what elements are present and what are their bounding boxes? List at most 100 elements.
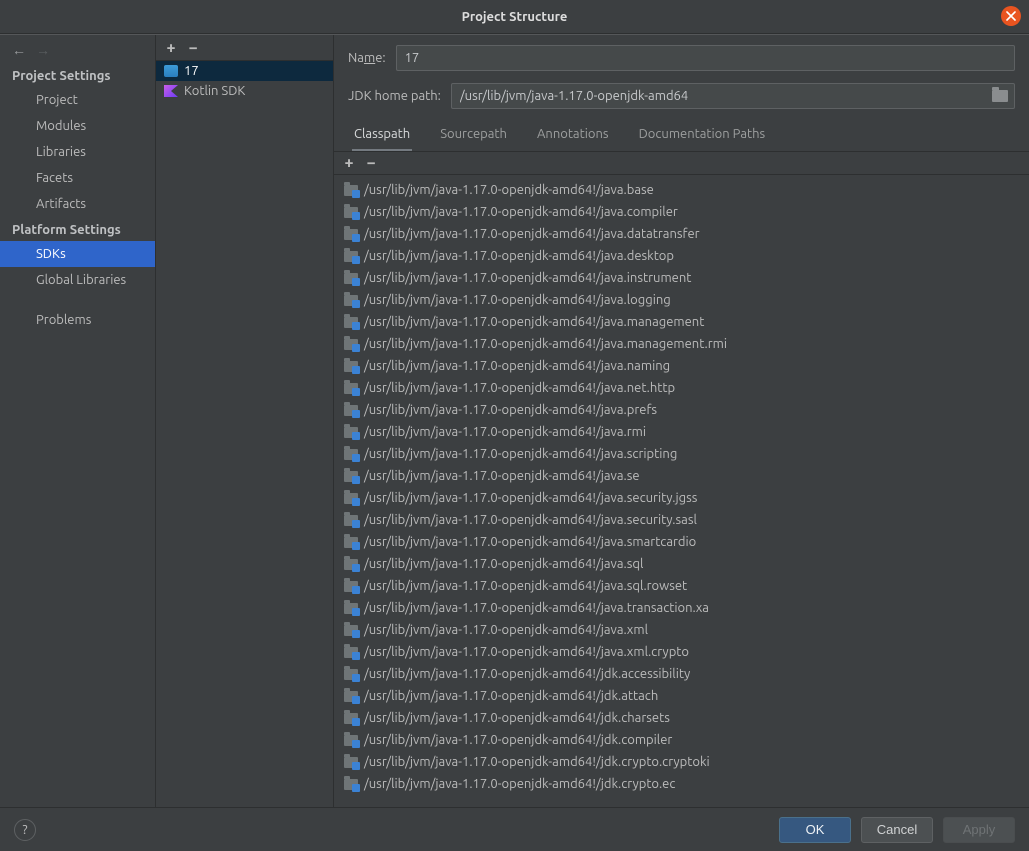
classpath-path: /usr/lib/jvm/java-1.17.0-openjdk-amd64!/… [364, 269, 691, 287]
button-bar: ? OK Cancel Apply [0, 807, 1029, 851]
classpath-row[interactable]: /usr/lib/jvm/java-1.17.0-openjdk-amd64!/… [334, 421, 1029, 443]
apply-button[interactable]: Apply [943, 817, 1015, 843]
sidebar-item-facets[interactable]: Facets [0, 165, 155, 191]
library-folder-icon [344, 779, 358, 790]
classpath-path: /usr/lib/jvm/java-1.17.0-openjdk-amd64!/… [364, 313, 704, 331]
classpath-row[interactable]: /usr/lib/jvm/java-1.17.0-openjdk-amd64!/… [334, 553, 1029, 575]
library-folder-icon [344, 647, 358, 658]
classpath-path: /usr/lib/jvm/java-1.17.0-openjdk-amd64!/… [364, 489, 697, 507]
name-input[interactable] [396, 45, 1015, 71]
classpath-list: /usr/lib/jvm/java-1.17.0-openjdk-amd64!/… [334, 175, 1029, 807]
library-folder-icon [344, 471, 358, 482]
library-folder-icon [344, 317, 358, 328]
details-pane: Name: JDK home path: Classpath Sourcepath… [334, 35, 1029, 807]
kotlin-sdk-icon [164, 85, 178, 97]
library-folder-icon [344, 559, 358, 570]
ok-button[interactable]: OK [779, 817, 851, 843]
classpath-row[interactable]: /usr/lib/jvm/java-1.17.0-openjdk-amd64!/… [334, 597, 1029, 619]
classpath-path: /usr/lib/jvm/java-1.17.0-openjdk-amd64!/… [364, 533, 696, 551]
classpath-path: /usr/lib/jvm/java-1.17.0-openjdk-amd64!/… [364, 401, 657, 419]
window-title: Project Structure [462, 10, 568, 24]
classpath-row[interactable]: /usr/lib/jvm/java-1.17.0-openjdk-amd64!/… [334, 487, 1029, 509]
back-arrow-icon[interactable]: ← [10, 41, 28, 59]
nav-arrows: ← → [0, 35, 155, 63]
sdk-list-column: + − 17 Kotlin SDK [156, 35, 334, 807]
classpath-row[interactable]: /usr/lib/jvm/java-1.17.0-openjdk-amd64!/… [334, 399, 1029, 421]
library-folder-icon [344, 361, 358, 372]
title-bar: Project Structure [0, 0, 1029, 34]
classpath-path: /usr/lib/jvm/java-1.17.0-openjdk-amd64!/… [364, 709, 670, 727]
section-header-platform-settings: Platform Settings [0, 217, 155, 241]
classpath-path: /usr/lib/jvm/java-1.17.0-openjdk-amd64!/… [364, 423, 646, 441]
classpath-path: /usr/lib/jvm/java-1.17.0-openjdk-amd64!/… [364, 181, 654, 199]
tab-classpath[interactable]: Classpath [352, 121, 412, 152]
classpath-row[interactable]: /usr/lib/jvm/java-1.17.0-openjdk-amd64!/… [334, 641, 1029, 663]
sidebar-item-libraries[interactable]: Libraries [0, 139, 155, 165]
classpath-row[interactable]: /usr/lib/jvm/java-1.17.0-openjdk-amd64!/… [334, 201, 1029, 223]
add-classpath-button[interactable]: + [340, 154, 358, 172]
tab-documentation-paths[interactable]: Documentation Paths [637, 121, 768, 152]
sidebar-item-artifacts[interactable]: Artifacts [0, 191, 155, 217]
classpath-row[interactable]: /usr/lib/jvm/java-1.17.0-openjdk-amd64!/… [334, 267, 1029, 289]
close-button[interactable] [1001, 6, 1021, 26]
classpath-row[interactable]: /usr/lib/jvm/java-1.17.0-openjdk-amd64!/… [334, 465, 1029, 487]
classpath-row[interactable]: /usr/lib/jvm/java-1.17.0-openjdk-amd64!/… [334, 223, 1029, 245]
library-folder-icon [344, 427, 358, 438]
jdk-home-label: JDK home path: [348, 89, 441, 103]
classpath-row[interactable]: /usr/lib/jvm/java-1.17.0-openjdk-amd64!/… [334, 575, 1029, 597]
name-label: Name: [348, 51, 386, 65]
sidebar-item-project[interactable]: Project [0, 87, 155, 113]
tab-sourcepath[interactable]: Sourcepath [438, 121, 509, 152]
sidebar-item-problems[interactable]: Problems [0, 307, 155, 333]
classpath-row[interactable]: /usr/lib/jvm/java-1.17.0-openjdk-amd64!/… [334, 707, 1029, 729]
remove-sdk-button[interactable]: − [184, 39, 202, 57]
classpath-row[interactable]: /usr/lib/jvm/java-1.17.0-openjdk-amd64!/… [334, 355, 1029, 377]
classpath-row[interactable]: /usr/lib/jvm/java-1.17.0-openjdk-amd64!/… [334, 773, 1029, 795]
classpath-path: /usr/lib/jvm/java-1.17.0-openjdk-amd64!/… [364, 357, 670, 375]
classpath-row[interactable]: /usr/lib/jvm/java-1.17.0-openjdk-amd64!/… [334, 179, 1029, 201]
library-folder-icon [344, 713, 358, 724]
sidebar-item-modules[interactable]: Modules [0, 113, 155, 139]
name-row: Name: [334, 45, 1029, 71]
classpath-row[interactable]: /usr/lib/jvm/java-1.17.0-openjdk-amd64!/… [334, 729, 1029, 751]
classpath-path: /usr/lib/jvm/java-1.17.0-openjdk-amd64!/… [364, 379, 675, 397]
help-button[interactable]: ? [14, 819, 36, 841]
library-folder-icon [344, 185, 358, 196]
library-folder-icon [344, 603, 358, 614]
sidebar-item-global-libraries[interactable]: Global Libraries [0, 267, 155, 293]
classpath-row[interactable]: /usr/lib/jvm/java-1.17.0-openjdk-amd64!/… [334, 619, 1029, 641]
remove-classpath-button[interactable]: − [362, 154, 380, 172]
classpath-row[interactable]: /usr/lib/jvm/java-1.17.0-openjdk-amd64!/… [334, 377, 1029, 399]
library-folder-icon [344, 581, 358, 592]
classpath-path: /usr/lib/jvm/java-1.17.0-openjdk-amd64!/… [364, 555, 643, 573]
add-sdk-button[interactable]: + [162, 39, 180, 57]
classpath-path: /usr/lib/jvm/java-1.17.0-openjdk-amd64!/… [364, 247, 674, 265]
library-folder-icon [344, 515, 358, 526]
java-sdk-icon [164, 65, 178, 77]
classpath-row[interactable]: /usr/lib/jvm/java-1.17.0-openjdk-amd64!/… [334, 333, 1029, 355]
classpath-row[interactable]: /usr/lib/jvm/java-1.17.0-openjdk-amd64!/… [334, 751, 1029, 773]
classpath-row[interactable]: /usr/lib/jvm/java-1.17.0-openjdk-amd64!/… [334, 311, 1029, 333]
classpath-path: /usr/lib/jvm/java-1.17.0-openjdk-amd64!/… [364, 643, 689, 661]
classpath-row[interactable]: /usr/lib/jvm/java-1.17.0-openjdk-amd64!/… [334, 663, 1029, 685]
classpath-path: /usr/lib/jvm/java-1.17.0-openjdk-amd64!/… [364, 203, 678, 221]
library-folder-icon [344, 757, 358, 768]
classpath-path: /usr/lib/jvm/java-1.17.0-openjdk-amd64!/… [364, 621, 648, 639]
classpath-row[interactable]: /usr/lib/jvm/java-1.17.0-openjdk-amd64!/… [334, 289, 1029, 311]
classpath-row[interactable]: /usr/lib/jvm/java-1.17.0-openjdk-amd64!/… [334, 531, 1029, 553]
classpath-row[interactable]: /usr/lib/jvm/java-1.17.0-openjdk-amd64!/… [334, 509, 1029, 531]
library-folder-icon [344, 273, 358, 284]
classpath-path: /usr/lib/jvm/java-1.17.0-openjdk-amd64!/… [364, 291, 671, 309]
sdk-row[interactable]: 17 [156, 61, 333, 81]
sidebar-item-sdks[interactable]: SDKs [0, 241, 155, 267]
sdk-row[interactable]: Kotlin SDK [156, 81, 333, 101]
sdk-row-label: Kotlin SDK [184, 84, 245, 98]
tab-annotations[interactable]: Annotations [535, 121, 611, 152]
cancel-button[interactable]: Cancel [861, 817, 933, 843]
classpath-row[interactable]: /usr/lib/jvm/java-1.17.0-openjdk-amd64!/… [334, 443, 1029, 465]
classpath-row[interactable]: /usr/lib/jvm/java-1.17.0-openjdk-amd64!/… [334, 685, 1029, 707]
classpath-row[interactable]: /usr/lib/jvm/java-1.17.0-openjdk-amd64!/… [334, 245, 1029, 267]
browse-folder-icon[interactable] [992, 90, 1008, 102]
jdk-home-input[interactable] [452, 89, 992, 103]
classpath-path: /usr/lib/jvm/java-1.17.0-openjdk-amd64!/… [364, 511, 697, 529]
